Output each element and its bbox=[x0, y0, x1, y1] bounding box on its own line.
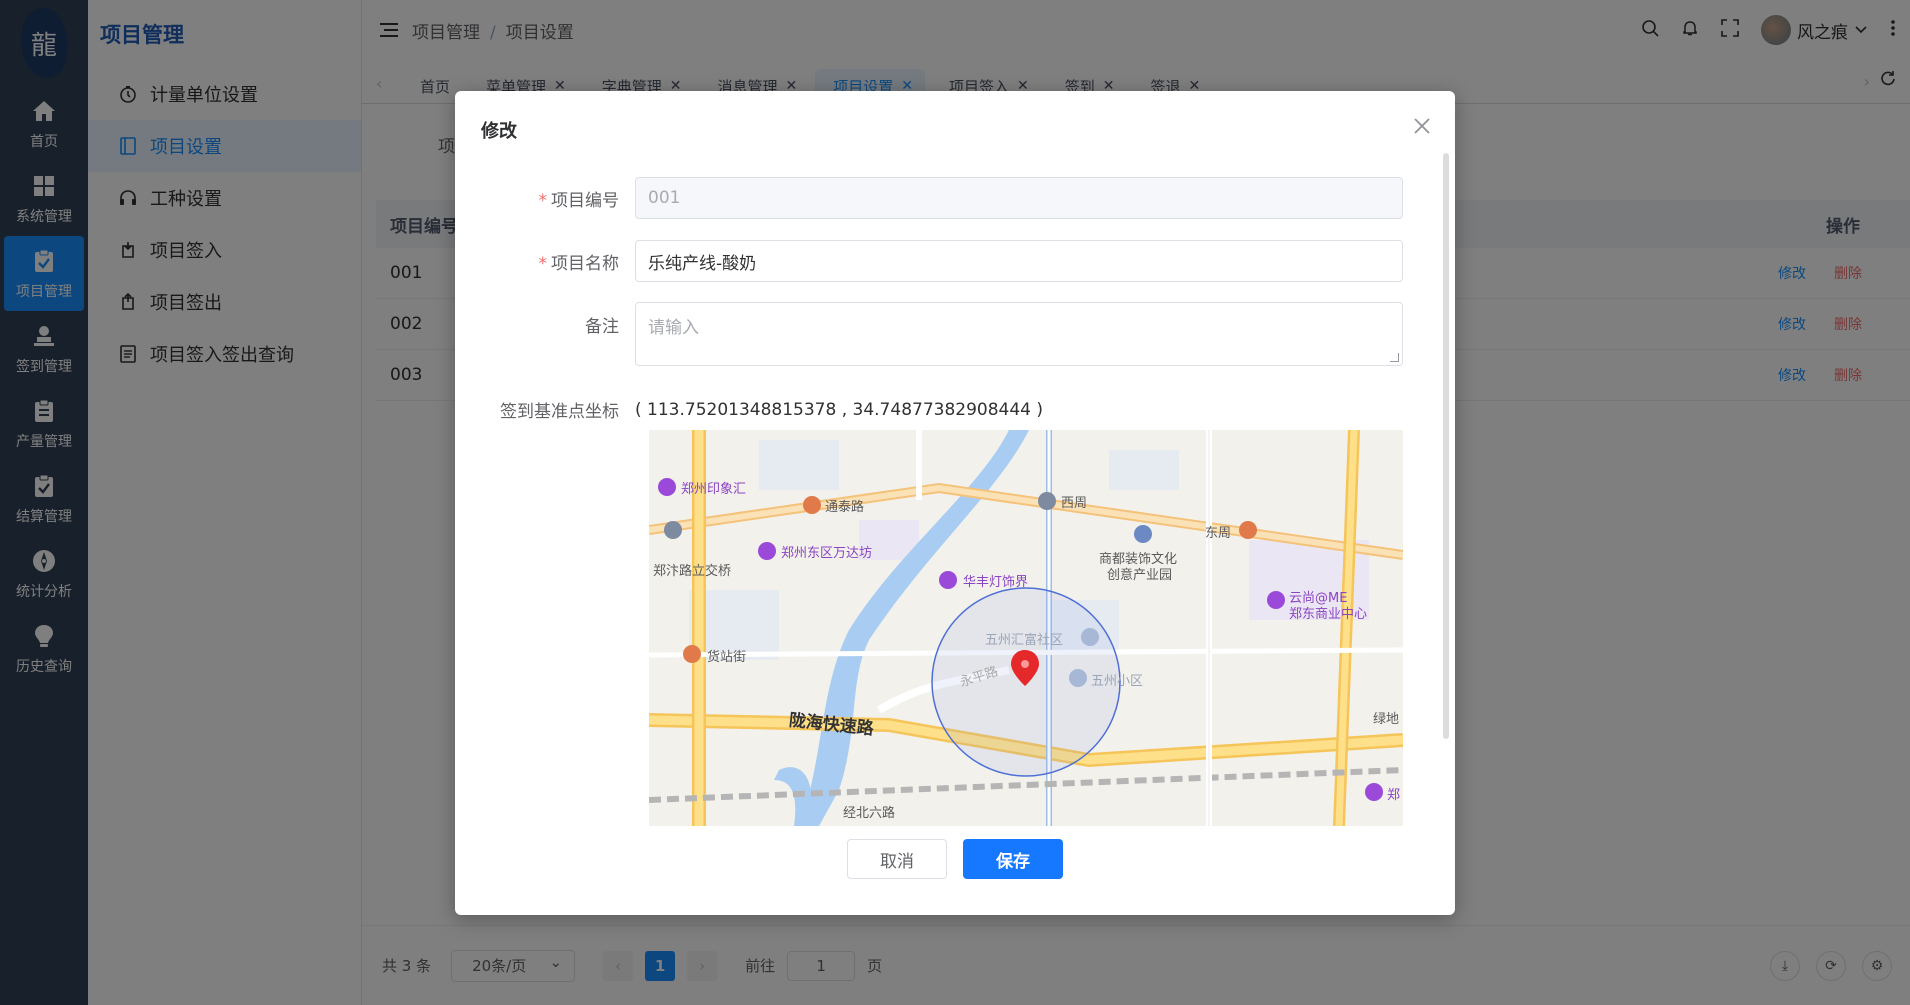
map-label: 华丰灯饰界 bbox=[963, 575, 1029, 590]
coord-label: 签到基准点坐标 bbox=[500, 402, 619, 422]
remark-textarea[interactable]: 请输入 bbox=[635, 302, 1403, 366]
dialog-title: 修改 bbox=[481, 121, 517, 142]
form-row-code: * 项目编号 001 bbox=[455, 177, 1403, 219]
map-label: 东周 bbox=[1205, 526, 1232, 541]
form-row-coord: 签到基准点坐标 ( 113.75201348815378 , 34.748773… bbox=[455, 397, 1403, 423]
dialog-footer: 取消 保存 bbox=[455, 839, 1455, 879]
map-label: 货站街 bbox=[707, 650, 747, 665]
map-label: 郑汴路立交桥 bbox=[653, 564, 732, 579]
required-asterisk: * bbox=[538, 190, 548, 211]
coord-value: ( 113.75201348815378 , 34.74877382908444… bbox=[635, 399, 1044, 420]
save-button[interactable]: 保存 bbox=[963, 839, 1063, 879]
cancel-button[interactable]: 取消 bbox=[847, 839, 947, 879]
project-code-input[interactable]: 001 bbox=[635, 177, 1403, 219]
map-label: 郑东商业中心 bbox=[1289, 607, 1368, 622]
form-row-name: * 项目名称 乐纯产线-酸奶 bbox=[455, 240, 1403, 282]
code-label: 项目编号 bbox=[551, 190, 619, 211]
map-label: 通泰路 bbox=[825, 500, 865, 515]
field-label: * 项目名称 bbox=[455, 249, 635, 274]
dialog-scrollbar[interactable] bbox=[1443, 153, 1449, 739]
map-label: 五州汇富社区 bbox=[985, 633, 1064, 648]
map-label: 五州小区 bbox=[1091, 674, 1144, 689]
map-canvas bbox=[649, 430, 1403, 826]
map-label: 郑州东区万达坊 bbox=[781, 546, 873, 561]
required-asterisk: * bbox=[538, 253, 548, 274]
remark-label: 备注 bbox=[585, 317, 619, 337]
map-label: 经北六路 bbox=[843, 806, 896, 821]
map-label: 绿地 bbox=[1373, 712, 1400, 727]
map-label: 创意产业园 bbox=[1107, 568, 1173, 583]
map-label: 郑州印象汇 bbox=[681, 482, 747, 497]
field-label: * 项目编号 bbox=[455, 186, 635, 211]
map-view[interactable]: 郑州印象汇 通泰路 西周 东周 郑州东区万达坊 郑汴路立交桥 华丰灯饰界 商都装… bbox=[649, 430, 1403, 826]
close-icon[interactable] bbox=[1411, 115, 1433, 137]
map-label: 郑 bbox=[1387, 788, 1401, 803]
map-label: 西周 bbox=[1061, 496, 1088, 511]
form-row-remark: 备注 请输入 bbox=[455, 302, 1403, 366]
edit-dialog: 修改 * 项目编号 001 * 项目名称 乐纯产线-酸奶 备注 请输入 签到基准点坐… bbox=[455, 91, 1455, 915]
project-name-input[interactable]: 乐纯产线-酸奶 bbox=[635, 240, 1403, 282]
name-label: 项目名称 bbox=[551, 253, 619, 274]
